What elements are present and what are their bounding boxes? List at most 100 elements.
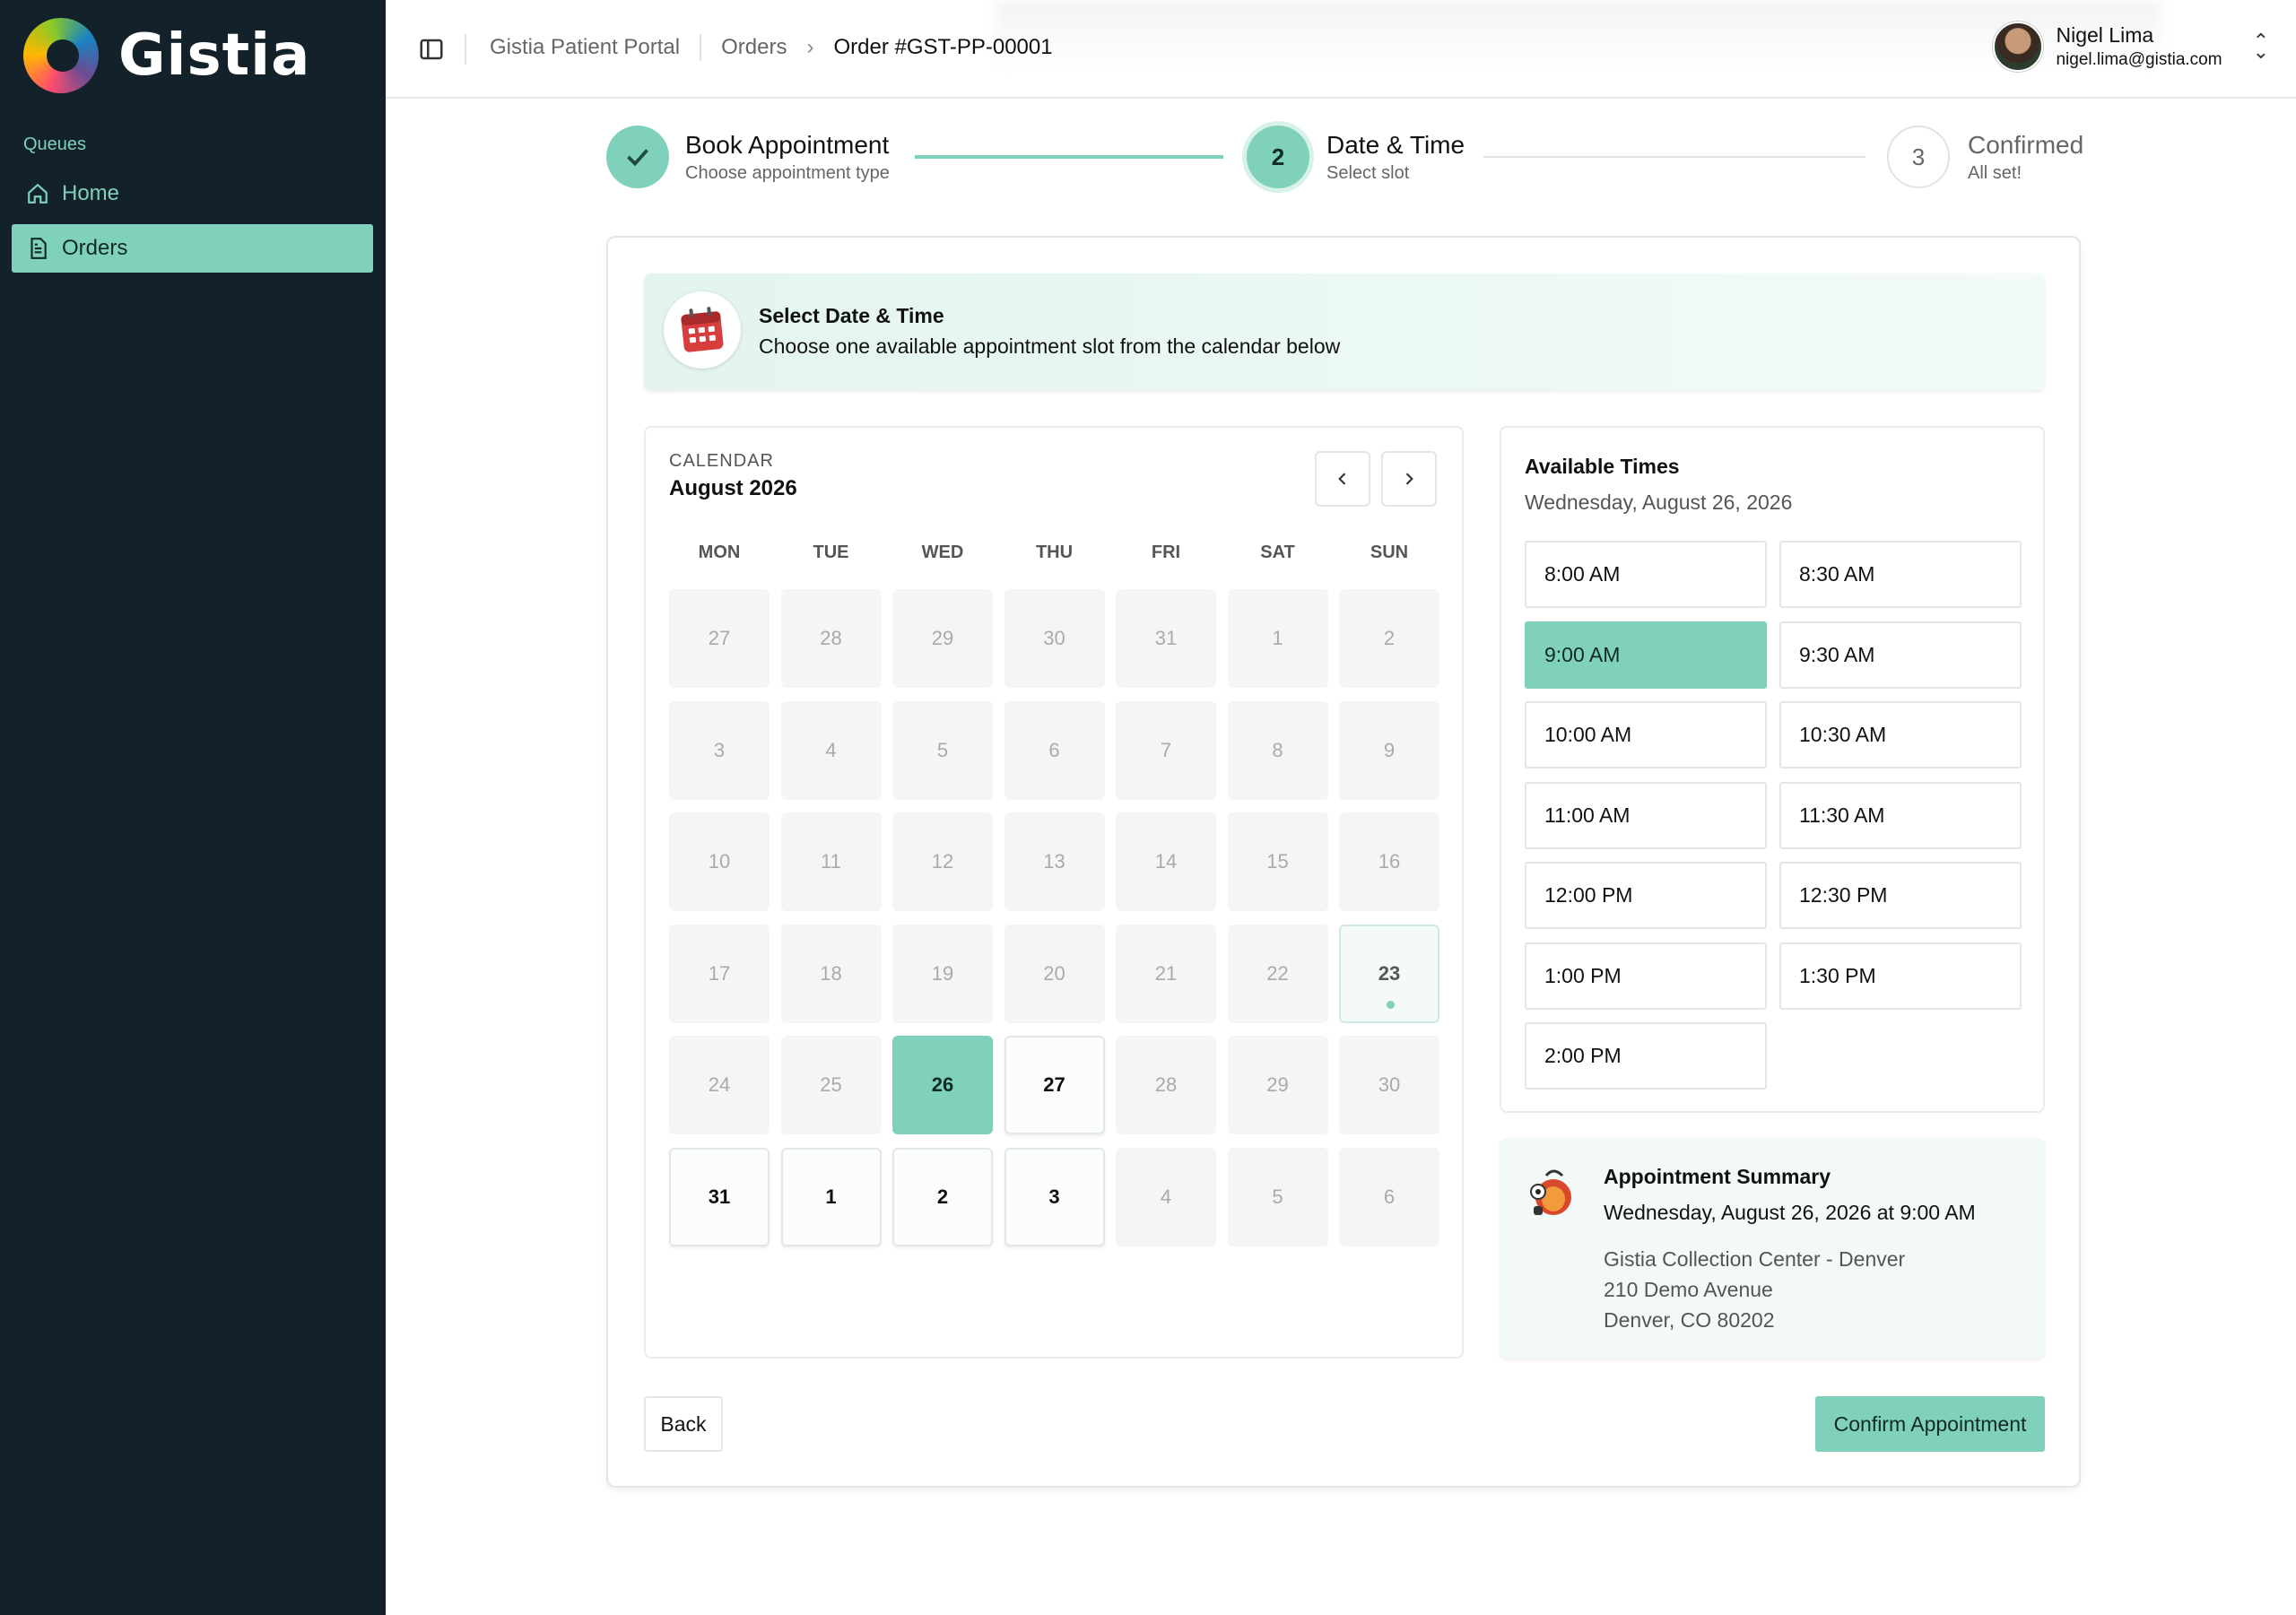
calendar-day: 1 xyxy=(1227,589,1328,688)
time-slot[interactable]: 8:00 AM xyxy=(1525,541,1767,608)
weekday-header: SUN xyxy=(1370,543,1409,562)
time-slot[interactable]: 2:00 PM xyxy=(1525,1022,1767,1090)
sidebar-item-orders[interactable]: Orders xyxy=(12,224,373,273)
step-3-subtitle: All set! xyxy=(1968,163,2022,183)
today-indicator xyxy=(1387,1000,1395,1009)
calendar-day: 27 xyxy=(669,589,770,688)
calendar-day: 8 xyxy=(1227,700,1328,800)
time-slot[interactable]: 11:00 AM xyxy=(1525,781,1767,849)
breadcrumb-orders[interactable]: Orders xyxy=(721,35,787,60)
calendar-day-number: 4 xyxy=(1160,1185,1172,1208)
time-slot[interactable]: 10:30 AM xyxy=(1779,701,2022,768)
breadcrumb-portal[interactable]: Gistia Patient Portal xyxy=(490,35,680,60)
calendar-day-number: 11 xyxy=(821,850,841,873)
calendar-day[interactable]: 3 xyxy=(1004,1147,1105,1246)
time-slot[interactable]: 8:30 AM xyxy=(1779,541,2022,608)
time-slot[interactable]: 1:30 PM xyxy=(1779,942,2022,1010)
calendar-day-number: 15 xyxy=(1266,850,1289,873)
calendar-day-number: 28 xyxy=(820,627,842,649)
step-banner: Select Date & Time Choose one available … xyxy=(644,274,2045,390)
calendar-day-number: 25 xyxy=(820,1073,842,1096)
calendar-day: 24 xyxy=(669,1036,770,1134)
next-month-button[interactable] xyxy=(1381,451,1437,507)
back-button[interactable]: Back xyxy=(644,1396,723,1452)
breadcrumb-current: Order #GST-PP-00001 xyxy=(833,35,1053,59)
available-times-panel: Available Times Wednesday, August 26, 20… xyxy=(1500,426,2045,1113)
calendar-day-number: 14 xyxy=(1154,850,1178,873)
calendar-day: 4 xyxy=(1116,1147,1216,1246)
calendar-day-number: 10 xyxy=(708,850,731,873)
calendar-day: 30 xyxy=(1339,1036,1439,1134)
calendar-day-number: 31 xyxy=(1154,627,1178,649)
calendar-day-number: 19 xyxy=(931,961,954,985)
times-date: Wednesday, August 26, 2026 xyxy=(1525,491,1793,514)
calendar-day-number: 24 xyxy=(708,1073,731,1096)
sidebar-section-label: Queues xyxy=(23,135,87,154)
calendar-label: CALENDAR xyxy=(669,451,774,471)
calendar-day-number: 4 xyxy=(825,738,837,761)
calendar-day-number: 3 xyxy=(713,738,726,761)
sidebar-toggle-icon[interactable] xyxy=(418,36,445,63)
calendar-day: 9 xyxy=(1339,700,1439,800)
calendar-day: 3 xyxy=(669,700,770,800)
calendar-day[interactable]: 1 xyxy=(780,1147,882,1246)
calendar-day-number: 5 xyxy=(1272,1185,1283,1208)
calendar-day: 18 xyxy=(780,924,882,1023)
time-slot[interactable]: 9:30 AM xyxy=(1779,621,2022,689)
chevron-up-down-icon: ⌃ ⌄ xyxy=(2252,30,2269,63)
calendar-day: 30 xyxy=(1004,589,1105,688)
calendar-day: 2 xyxy=(1339,589,1439,688)
calendar-day-number: 5 xyxy=(936,738,949,761)
calendar-day: 21 xyxy=(1116,924,1216,1023)
time-slot[interactable]: 12:30 PM xyxy=(1779,862,2022,929)
calendar-day-number: 9 xyxy=(1383,738,1396,761)
calendar-day-number: 23 xyxy=(1378,961,1401,985)
brand-name: Gistia xyxy=(118,22,311,89)
document-icon xyxy=(30,238,47,259)
calendar-day-number: 13 xyxy=(1043,850,1065,873)
sidebar-item-home[interactable]: Home xyxy=(12,169,373,218)
sidebar-item-label: Orders xyxy=(62,236,128,260)
step-1-subtitle: Choose appointment type xyxy=(685,163,890,183)
summary-datetime: Wednesday, August 26, 2026 at 9:00 AM xyxy=(1604,1201,1976,1224)
confirm-appointment-button[interactable]: Confirm Appointment xyxy=(1815,1396,2045,1452)
home-icon xyxy=(28,183,48,204)
calendar-day[interactable]: 31 xyxy=(669,1147,770,1246)
step-3-indicator: 3 xyxy=(1887,126,1950,188)
divider xyxy=(700,34,702,61)
calendar-day-number: 27 xyxy=(708,627,731,649)
chevron-left-icon xyxy=(1338,473,1346,485)
calendar-day: 28 xyxy=(780,589,882,688)
weekday-header: TUE xyxy=(813,543,849,562)
step-connector xyxy=(1483,156,1866,158)
breadcrumb: Gistia Patient Portal Orders › Order #GS… xyxy=(490,34,1053,61)
summary-city: Denver, CO 80202 xyxy=(1604,1308,1775,1332)
calendar-day[interactable]: 26 xyxy=(892,1036,993,1134)
time-slot[interactable]: 1:00 PM xyxy=(1525,942,1767,1010)
avatar xyxy=(1993,22,2044,72)
calendar-day: 25 xyxy=(780,1036,882,1134)
calendar-day-number: 28 xyxy=(1154,1073,1178,1096)
calendar-day: 29 xyxy=(1227,1036,1328,1134)
calendar-day-number: 6 xyxy=(1048,738,1060,761)
time-slot[interactable]: 9:00 AM xyxy=(1525,621,1767,689)
top-bar: Gistia Patient Portal Orders › Order #GS… xyxy=(386,0,2296,99)
step-2-indicator: 2 xyxy=(1247,126,1309,188)
previous-month-button[interactable] xyxy=(1315,451,1370,507)
calendar-day-number: 7 xyxy=(1160,738,1172,761)
user-menu[interactable]: Nigel Lima nigel.lima@gistia.com ⌃ ⌄ xyxy=(1993,22,2269,72)
calendar-day-number: 21 xyxy=(1154,961,1178,985)
calendar-day[interactable]: 2 xyxy=(892,1147,993,1246)
brand-logo[interactable]: Gistia xyxy=(23,18,310,93)
calendar-day: 4 xyxy=(780,700,882,800)
step-3-title: Confirmed xyxy=(1968,131,2084,159)
calendar-day[interactable]: 27 xyxy=(1004,1036,1105,1134)
time-slot[interactable]: 11:30 AM xyxy=(1779,781,2022,849)
calendar-day-number: 2 xyxy=(936,1185,949,1208)
booking-card: Select Date & Time Choose one available … xyxy=(606,236,2081,1488)
calendar-day-number: 29 xyxy=(1266,1073,1289,1096)
time-slot[interactable]: 10:00 AM xyxy=(1525,701,1767,768)
time-slot[interactable]: 12:00 PM xyxy=(1525,862,1767,929)
calendar-day: 16 xyxy=(1339,812,1439,911)
calendar-day-number: 12 xyxy=(931,850,954,873)
